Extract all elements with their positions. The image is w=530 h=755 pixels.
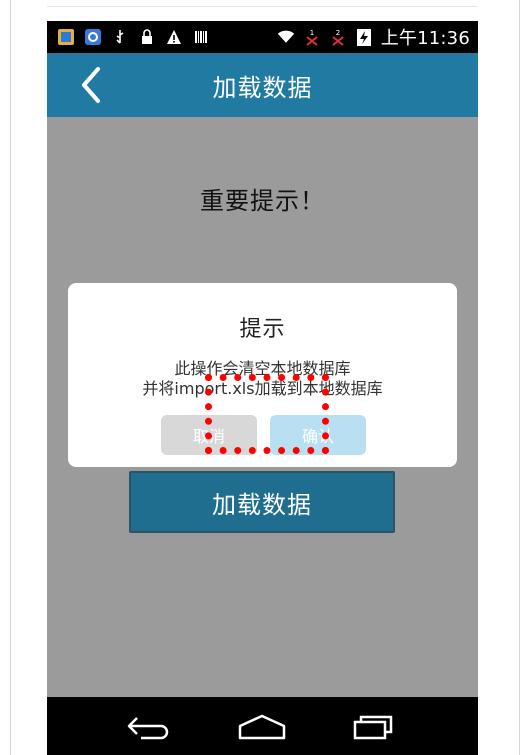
- dialog-message-line-1: 此操作会清空本地数据库: [174, 359, 351, 378]
- status-icons-right: 1 2 上午11:36: [277, 26, 470, 49]
- confirm-button[interactable]: 确认: [270, 415, 366, 455]
- chevron-left-icon: [82, 67, 100, 103]
- svg-text:1: 1: [309, 29, 313, 37]
- nav-home-button[interactable]: [232, 707, 292, 747]
- warning-icon: [165, 28, 183, 46]
- lock-icon: [138, 28, 156, 46]
- battery-charging-icon: [355, 28, 373, 46]
- browser-notification-icon: [84, 28, 102, 46]
- usb-icon: [111, 28, 129, 46]
- recents-icon: [353, 715, 393, 740]
- confirm-dialog: 提示 此操作会清空本地数据库 并将import.xls加载到本地数据库 取消 确…: [68, 283, 457, 467]
- back-button[interactable]: [69, 63, 113, 107]
- cancel-button[interactable]: 取消: [161, 415, 257, 455]
- right-frame: [477, 0, 530, 755]
- signal-1-no-service-icon: 1: [303, 28, 321, 46]
- status-time: 上午11:36: [380, 28, 470, 49]
- status-bar: 1 2 上午11:36: [47, 21, 478, 53]
- nav-back-button[interactable]: [119, 707, 179, 747]
- left-frame-line: [10, 0, 11, 755]
- dialog-message-line-2: 并将import.xls加载到本地数据库: [142, 379, 383, 398]
- left-frame: [0, 0, 47, 755]
- nav-recents-button[interactable]: [343, 707, 403, 747]
- important-notice-heading: 重要提示！: [200, 187, 325, 215]
- top-divider: [0, 6, 530, 7]
- back-arrow-icon: [127, 717, 169, 740]
- dialog-message: 此操作会清空本地数据库 并将import.xls加载到本地数据库: [68, 359, 457, 399]
- barcode-icon: [192, 28, 210, 46]
- home-icon: [238, 714, 286, 740]
- svg-text:2: 2: [335, 29, 339, 37]
- app-bar: 加载数据: [47, 53, 478, 117]
- dialog-title: 提示: [239, 317, 286, 342]
- app-notification-icon: [57, 28, 75, 46]
- phone-screen: 1 2 上午11:36 加载数据 重要提示！ 加载数据 提示 此操作会清空本地数…: [47, 21, 478, 755]
- status-icons-left: [57, 28, 210, 46]
- wifi-icon: [277, 28, 295, 46]
- system-nav-bar: [47, 697, 478, 755]
- load-data-button[interactable]: 加载数据: [129, 471, 395, 533]
- signal-2-no-service-icon: 2: [329, 28, 347, 46]
- right-frame-line: [519, 0, 520, 755]
